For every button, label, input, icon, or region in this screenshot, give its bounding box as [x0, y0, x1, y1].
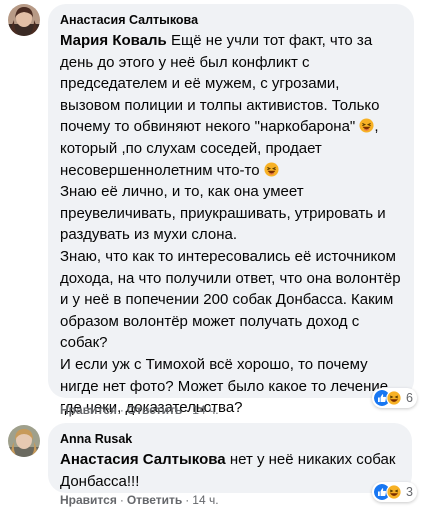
like-button[interactable]: Нравится: [60, 493, 117, 507]
haha-reaction-icon: [386, 484, 402, 500]
separator-dot: ·: [185, 493, 190, 507]
reaction-count: 3: [406, 485, 413, 499]
comment-timestamp[interactable]: 14 ч.: [192, 493, 218, 507]
comment-paragraph-2: Знаю её лично, и то, как она умеет преув…: [60, 183, 386, 244]
like-button[interactable]: Нравится: [60, 403, 117, 417]
avatar-anastasia[interactable]: [8, 4, 40, 36]
comment-text: Анастасия Салтыкова нет у неё никаких со…: [60, 449, 400, 492]
laughing-face-icon: [264, 162, 279, 177]
avatar-anna-rusak[interactable]: [8, 425, 40, 457]
mention-link[interactable]: Мария Коваль: [60, 32, 167, 49]
reply-button[interactable]: Ответить: [127, 493, 182, 507]
comment-author[interactable]: Anna Rusak: [60, 431, 400, 447]
haha-reaction-icon: [386, 390, 402, 406]
comment-text: Мария Коваль Ещё не учли тот факт, что з…: [60, 30, 402, 440]
separator-dot: ·: [119, 493, 124, 507]
comment-actions-2: Нравится · Ответить · 14 ч.: [60, 493, 219, 507]
mention-link[interactable]: Анастасия Салтыкова: [60, 451, 226, 468]
comment-bubble-2: Anna Rusak Анастасия Салтыкова нет у неё…: [48, 423, 412, 493]
comment-paragraph-3: Знаю, что как то интересовались её источ…: [60, 247, 401, 352]
reaction-summary-1[interactable]: 6: [372, 388, 417, 408]
comment-bubble-1: Анастасия Салтыкова Мария Коваль Ещё не …: [48, 4, 414, 438]
avatar-photo: [8, 4, 40, 36]
comment-author[interactable]: Анастасия Салтыкова: [60, 12, 402, 28]
separator-dot: ·: [119, 403, 124, 417]
reaction-count: 6: [406, 391, 413, 405]
avatar-photo: [8, 425, 40, 457]
separator-dot: ·: [185, 403, 190, 417]
comment-paragraph-1: Мария Коваль Ещё не учли тот факт, что з…: [60, 30, 402, 181]
laughing-face-icon: [359, 118, 374, 133]
comment-timestamp[interactable]: 14 ч.: [192, 403, 218, 417]
reaction-summary-2[interactable]: 3: [372, 482, 417, 502]
reply-button[interactable]: Ответить: [127, 403, 182, 417]
comment-actions-1: Нравится · Ответить · 14 ч.: [60, 403, 219, 417]
